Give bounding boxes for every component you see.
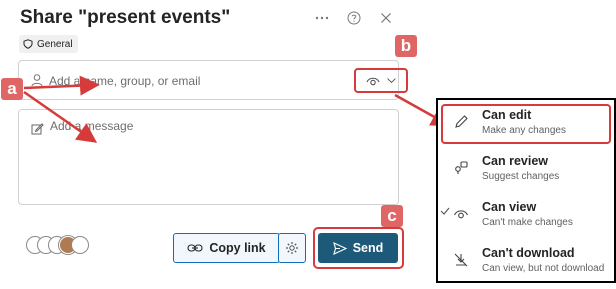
person-icon [31, 74, 43, 87]
help-icon[interactable] [346, 10, 362, 26]
pencil-icon [455, 115, 468, 128]
menu-item-description: Can't make changes [482, 217, 573, 228]
menu-item-description: Make any changes [482, 125, 566, 136]
annotation-label-b: b [395, 35, 417, 57]
recipient-input[interactable] [49, 71, 319, 91]
review-icon [455, 161, 468, 174]
no-download-icon [454, 253, 468, 267]
annotation-label-c: c [381, 205, 403, 227]
menu-item-can-review[interactable]: Can review Suggest changes [438, 148, 614, 190]
copy-link-label: Copy link [209, 241, 266, 255]
general-chip[interactable]: General [19, 35, 78, 53]
shared-with-avatars[interactable] [26, 236, 96, 254]
menu-item-label: Can't download [482, 246, 575, 260]
link-settings-button[interactable] [278, 233, 306, 263]
eye-icon [453, 210, 469, 219]
menu-item-can-view[interactable]: Can view Can't make changes [438, 194, 614, 236]
message-field [18, 109, 399, 205]
send-label: Send [352, 241, 384, 255]
header-actions [314, 10, 394, 26]
menu-item-can-edit[interactable]: Can edit Make any changes [438, 102, 614, 144]
permission-dropdown-button[interactable] [354, 68, 408, 93]
more-icon[interactable] [314, 10, 330, 26]
link-icon [187, 244, 203, 252]
checkmark-icon [440, 207, 450, 215]
eye-icon [365, 77, 380, 85]
chevron-down-icon [386, 78, 396, 84]
send-button[interactable]: Send [318, 233, 398, 263]
gear-icon [286, 242, 298, 254]
avatar [71, 236, 89, 254]
send-icon [332, 241, 347, 255]
share-dialog: Share "present events" General Add a nam… [0, 0, 410, 289]
permission-menu: Can edit Make any changes Can review Sug… [436, 98, 616, 283]
shield-icon [23, 39, 33, 49]
menu-item-label: Can review [482, 154, 549, 168]
menu-item-description: Can view, but not download [482, 263, 605, 274]
menu-item-description: Suggest changes [482, 171, 560, 182]
menu-item-cant-download[interactable]: Can't download Can view, but not downloa… [438, 240, 614, 281]
close-icon[interactable] [378, 10, 394, 26]
annotation-label-a: a [1, 78, 23, 100]
recipient-field [18, 60, 408, 100]
message-input[interactable] [50, 119, 390, 179]
dialog-title: Share "present events" [20, 7, 231, 28]
copy-link-button[interactable]: Copy link [173, 233, 280, 263]
menu-item-label: Can edit [482, 108, 532, 122]
message-edit-icon [31, 123, 44, 135]
menu-item-label: Can view [482, 200, 537, 214]
chip-label: General [37, 38, 73, 50]
